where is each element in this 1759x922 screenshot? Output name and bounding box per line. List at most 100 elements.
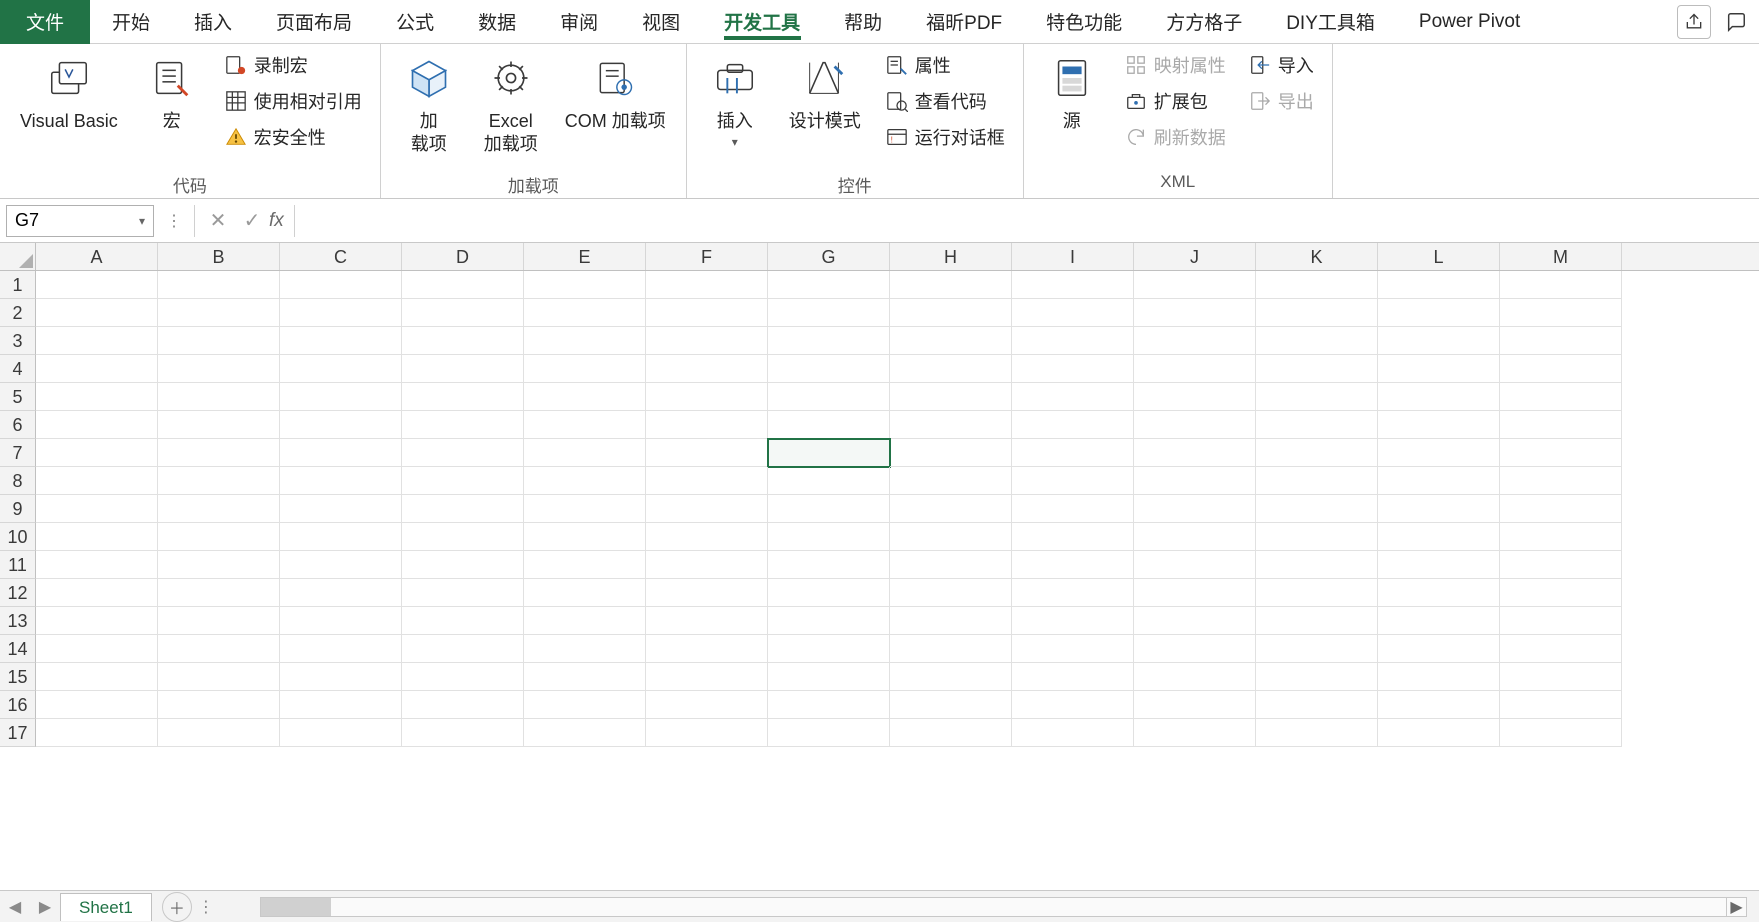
cell[interactable] [524,607,646,635]
sheet-tab-active[interactable]: Sheet1 [60,893,152,921]
xml-source-button[interactable]: 源 [1038,48,1106,135]
cell[interactable] [646,579,768,607]
cell[interactable] [158,691,280,719]
cell[interactable] [1378,355,1500,383]
cell[interactable] [1500,411,1622,439]
cell[interactable] [402,411,524,439]
tab-ffgz[interactable]: 方方格子 [1144,0,1264,44]
cell[interactable] [36,579,158,607]
cell[interactable] [890,299,1012,327]
cell[interactable] [402,383,524,411]
cell[interactable] [158,579,280,607]
add-sheet-button[interactable]: ＋ [162,892,192,922]
cell[interactable] [158,271,280,299]
cell[interactable] [768,663,890,691]
cell[interactable] [1500,271,1622,299]
cell[interactable] [36,271,158,299]
cell[interactable] [280,271,402,299]
fx-icon[interactable]: fx [269,210,294,232]
expansion-pack-button[interactable]: 扩展包 [1120,86,1230,116]
cell[interactable] [158,551,280,579]
view-code-button[interactable]: 查看代码 [881,86,1009,116]
cell[interactable] [524,383,646,411]
row-header[interactable]: 12 [0,579,36,607]
cell[interactable] [524,299,646,327]
cell[interactable] [524,411,646,439]
cell[interactable] [1378,439,1500,467]
cell[interactable] [1500,691,1622,719]
cell[interactable] [890,719,1012,747]
cell[interactable] [36,691,158,719]
cell[interactable] [402,551,524,579]
cell[interactable] [768,691,890,719]
cell[interactable] [1134,467,1256,495]
cell[interactable] [1500,719,1622,747]
addins-button[interactable]: 加 载项 [395,48,463,157]
cell[interactable] [1256,635,1378,663]
cell[interactable] [402,691,524,719]
cell[interactable] [1256,663,1378,691]
cell[interactable] [1012,355,1134,383]
tab-insert[interactable]: 插入 [172,0,254,44]
cell[interactable] [1134,495,1256,523]
name-box-more[interactable]: ⋮ [160,211,188,231]
cell[interactable] [524,467,646,495]
tab-powerpivot[interactable]: Power Pivot [1397,0,1542,44]
cell[interactable] [402,439,524,467]
cell[interactable] [890,635,1012,663]
column-header[interactable]: A [36,243,158,270]
cell[interactable] [646,719,768,747]
cell[interactable] [1012,719,1134,747]
cell[interactable] [158,327,280,355]
cell[interactable] [1134,383,1256,411]
cell[interactable] [1378,551,1500,579]
cell[interactable] [402,271,524,299]
cell[interactable] [1134,299,1256,327]
cell[interactable] [1378,523,1500,551]
cell[interactable] [1500,467,1622,495]
cell[interactable] [1500,607,1622,635]
cell[interactable] [1500,523,1622,551]
cell[interactable] [1378,495,1500,523]
column-header[interactable]: D [402,243,524,270]
tab-data[interactable]: 数据 [456,0,538,44]
cell[interactable] [1256,691,1378,719]
cell[interactable] [646,467,768,495]
cell[interactable] [1378,271,1500,299]
cell[interactable] [1256,439,1378,467]
cell[interactable] [890,691,1012,719]
column-header[interactable]: L [1378,243,1500,270]
cell[interactable] [646,271,768,299]
tab-diytoolbox[interactable]: DIY工具箱 [1264,0,1397,44]
name-box[interactable]: G7 ▾ [6,205,154,237]
select-all-corner[interactable] [0,243,36,271]
cell[interactable] [524,327,646,355]
cell[interactable] [280,719,402,747]
cell[interactable] [402,579,524,607]
cell[interactable] [890,551,1012,579]
cell[interactable] [402,495,524,523]
cell[interactable] [402,719,524,747]
tab-help[interactable]: 帮助 [822,0,904,44]
cell[interactable] [890,327,1012,355]
cell[interactable] [280,411,402,439]
cell[interactable] [36,355,158,383]
column-header[interactable]: M [1500,243,1622,270]
cell[interactable] [524,551,646,579]
cell[interactable] [768,635,890,663]
cell[interactable] [646,495,768,523]
cell[interactable] [158,355,280,383]
cell[interactable] [1256,467,1378,495]
cell[interactable] [1012,551,1134,579]
cell[interactable] [1256,607,1378,635]
cell[interactable] [1012,495,1134,523]
cell[interactable] [1500,327,1622,355]
tab-file[interactable]: 文件 [0,0,90,44]
cell[interactable] [36,327,158,355]
row-header[interactable]: 6 [0,411,36,439]
cell[interactable] [1134,663,1256,691]
cell[interactable] [36,523,158,551]
properties-button[interactable]: 属性 [881,50,1009,80]
excel-addins-button[interactable]: Excel 加载项 [477,48,545,157]
cell[interactable] [768,411,890,439]
